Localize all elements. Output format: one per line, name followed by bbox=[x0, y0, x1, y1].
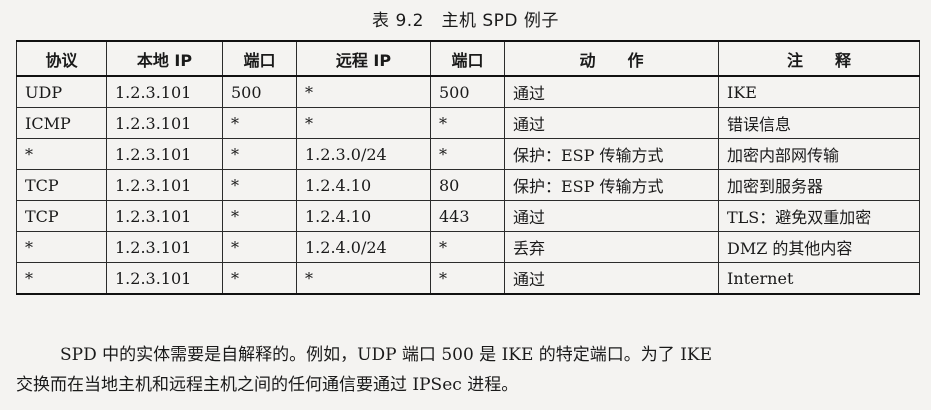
table-row: * 1.2.3.101 * 1.2.3.0/24 * 保护：ESP 传输方式 加… bbox=[16, 138, 920, 170]
table-row: UDP 1.2.3.101 500 * 500 通过 IKE bbox=[16, 75, 920, 108]
cell-action: 通过 bbox=[504, 262, 719, 295]
header-row: 协议 本地 IP 端口 远程 IP 端口 动 作 注 释 bbox=[16, 40, 920, 77]
table-row: * 1.2.3.101 * 1.2.4.0/24 * 丢弃 DMZ 的其他内容 bbox=[16, 231, 920, 263]
header-protocol: 协议 bbox=[16, 40, 107, 77]
cell-protocol: ICMP bbox=[16, 107, 107, 139]
cell-remote-ip: * bbox=[296, 262, 431, 295]
cell-local-ip: 1.2.3.101 bbox=[106, 231, 223, 263]
table-row: * 1.2.3.101 * * * 通过 Internet bbox=[16, 262, 920, 295]
cell-local-ip: 1.2.3.101 bbox=[106, 169, 223, 201]
table-caption: 表 9.2 主机 SPD 例子 bbox=[372, 11, 559, 31]
table-row: TCP 1.2.3.101 * 1.2.4.10 443 通过 TLS：避免双重… bbox=[16, 200, 920, 232]
cell-remote-port: * bbox=[430, 231, 505, 263]
cell-local-port: * bbox=[222, 231, 297, 263]
spd-table: 协议 本地 IP 端口 远程 IP 端口 动 作 注 释 UDP 1.2.3.1… bbox=[16, 40, 920, 295]
header-comment: 注 释 bbox=[718, 40, 920, 77]
paragraph-line-2: 交换而在当地主机和远程主机之间的任何通信要通过 IPSec 进程。 bbox=[16, 375, 519, 395]
table-row: ICMP 1.2.3.101 * * * 通过 错误信息 bbox=[16, 107, 920, 139]
cell-protocol: * bbox=[16, 138, 107, 170]
cell-action: 通过 bbox=[504, 107, 719, 139]
cell-comment: 错误信息 bbox=[718, 107, 920, 139]
table-row: TCP 1.2.3.101 * 1.2.4.10 80 保护：ESP 传输方式 … bbox=[16, 169, 920, 201]
header-local-port: 端口 bbox=[222, 40, 297, 77]
cell-local-ip: 1.2.3.101 bbox=[106, 262, 223, 295]
cell-local-port: 500 bbox=[222, 75, 297, 108]
cell-remote-port: * bbox=[430, 107, 505, 139]
cell-comment: DMZ 的其他内容 bbox=[718, 231, 920, 263]
cell-remote-port: 500 bbox=[430, 75, 505, 108]
cell-comment: Internet bbox=[718, 262, 920, 295]
cell-protocol: * bbox=[16, 231, 107, 263]
cell-action: 保护：ESP 传输方式 bbox=[504, 138, 719, 170]
paragraph-line-1: SPD 中的实体需要是自解释的。例如，UDP 端口 500 是 IKE 的特定端… bbox=[60, 345, 713, 365]
cell-local-ip: 1.2.3.101 bbox=[106, 200, 223, 232]
cell-comment: 加密到服务器 bbox=[718, 169, 920, 201]
cell-comment: IKE bbox=[718, 75, 920, 108]
cell-local-ip: 1.2.3.101 bbox=[106, 107, 223, 139]
cell-remote-ip: 1.2.4.10 bbox=[296, 200, 431, 232]
cell-local-port: * bbox=[222, 200, 297, 232]
table-body: UDP 1.2.3.101 500 * 500 通过 IKE ICMP 1.2.… bbox=[16, 75, 920, 295]
cell-remote-port: * bbox=[430, 262, 505, 295]
cell-remote-ip: 1.2.3.0/24 bbox=[296, 138, 431, 170]
cell-remote-port: 80 bbox=[430, 169, 505, 201]
cell-local-port: * bbox=[222, 138, 297, 170]
cell-remote-ip: 1.2.4.10 bbox=[296, 169, 431, 201]
cell-comment: 加密内部网传输 bbox=[718, 138, 920, 170]
cell-action: 丢弃 bbox=[504, 231, 719, 263]
cell-remote-port: * bbox=[430, 138, 505, 170]
cell-action: 通过 bbox=[504, 75, 719, 108]
cell-remote-port: 443 bbox=[430, 200, 505, 232]
header-remote-port: 端口 bbox=[430, 40, 505, 77]
cell-local-ip: 1.2.3.101 bbox=[106, 75, 223, 108]
cell-remote-ip: * bbox=[296, 75, 431, 108]
table-header: 协议 本地 IP 端口 远程 IP 端口 动 作 注 释 bbox=[16, 40, 920, 77]
header-local-ip: 本地 IP bbox=[106, 40, 223, 77]
cell-local-port: * bbox=[222, 169, 297, 201]
cell-action: 保护：ESP 传输方式 bbox=[504, 169, 719, 201]
cell-protocol: TCP bbox=[16, 169, 107, 201]
cell-action: 通过 bbox=[504, 200, 719, 232]
cell-remote-ip: 1.2.4.0/24 bbox=[296, 231, 431, 263]
cell-local-port: * bbox=[222, 262, 297, 295]
cell-protocol: * bbox=[16, 262, 107, 295]
cell-local-port: * bbox=[222, 107, 297, 139]
document-page: 表 9.2 主机 SPD 例子 协议 本地 IP 端口 远程 IP 端口 动 作… bbox=[0, 0, 931, 410]
body-paragraph: SPD 中的实体需要是自解释的。例如，UDP 端口 500 是 IKE 的特定端… bbox=[16, 340, 919, 400]
cell-comment: TLS：避免双重加密 bbox=[718, 200, 920, 232]
header-remote-ip: 远程 IP bbox=[296, 40, 431, 77]
cell-local-ip: 1.2.3.101 bbox=[106, 138, 223, 170]
header-action: 动 作 bbox=[504, 40, 719, 77]
cell-remote-ip: * bbox=[296, 107, 431, 139]
cell-protocol: UDP bbox=[16, 75, 107, 108]
cell-protocol: TCP bbox=[16, 200, 107, 232]
